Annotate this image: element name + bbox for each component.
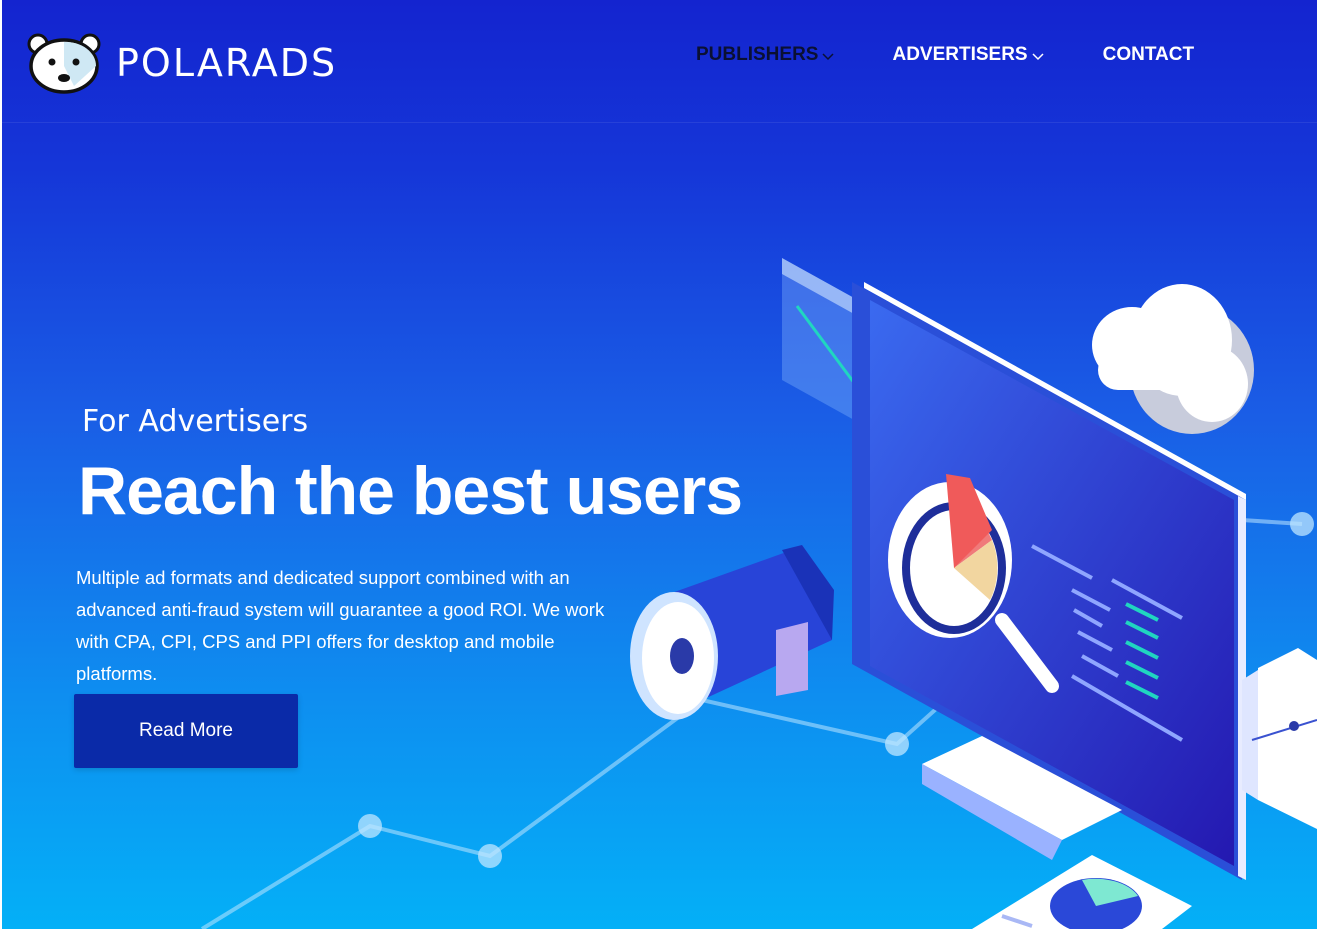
- cloud-icon: [1092, 284, 1254, 434]
- megaphone-icon: [630, 545, 834, 720]
- bar-chart-graphic: [1242, 648, 1317, 829]
- polar-bear-icon: [27, 33, 101, 94]
- floating-chart-panel: [782, 258, 912, 452]
- read-more-button[interactable]: Read More: [74, 694, 298, 768]
- nav-publishers-label: PUBLISHERS: [696, 44, 819, 65]
- brand-name: POLARADS: [116, 41, 338, 85]
- hero-eyebrow: For Advertisers: [82, 404, 309, 439]
- site-header: POLARADS PUBLISHERS ADVERTISERS CONTACT: [2, 0, 1317, 123]
- nav-contact-label: CONTACT: [1102, 44, 1195, 65]
- chevron-down-icon: [1032, 52, 1044, 60]
- nav-publishers[interactable]: PUBLISHERS: [696, 44, 834, 66]
- main-nav: PUBLISHERS ADVERTISERS CONTACT: [696, 44, 1194, 66]
- graph-node: [885, 732, 909, 756]
- hero-page: POLARADS PUBLISHERS ADVERTISERS CONTACT …: [2, 0, 1317, 929]
- hero-headline: Reach the best users: [78, 453, 743, 529]
- graph-node: [358, 814, 382, 838]
- chevron-down-icon: [822, 52, 834, 60]
- monitor-graphic: [852, 282, 1246, 880]
- graph-node: [478, 844, 502, 868]
- magnifier-icon: [888, 474, 1059, 693]
- graph-node: [1290, 512, 1314, 536]
- nav-contact[interactable]: CONTACT: [1103, 44, 1194, 66]
- nav-advertisers-label: ADVERTISERS: [892, 44, 1028, 65]
- logo[interactable]: POLARADS: [26, 32, 337, 94]
- pie-card-graphic: [972, 855, 1192, 929]
- hero-description: Multiple ad formats and dedicated suppor…: [76, 567, 605, 684]
- nav-advertisers[interactable]: ADVERTISERS: [892, 44, 1044, 66]
